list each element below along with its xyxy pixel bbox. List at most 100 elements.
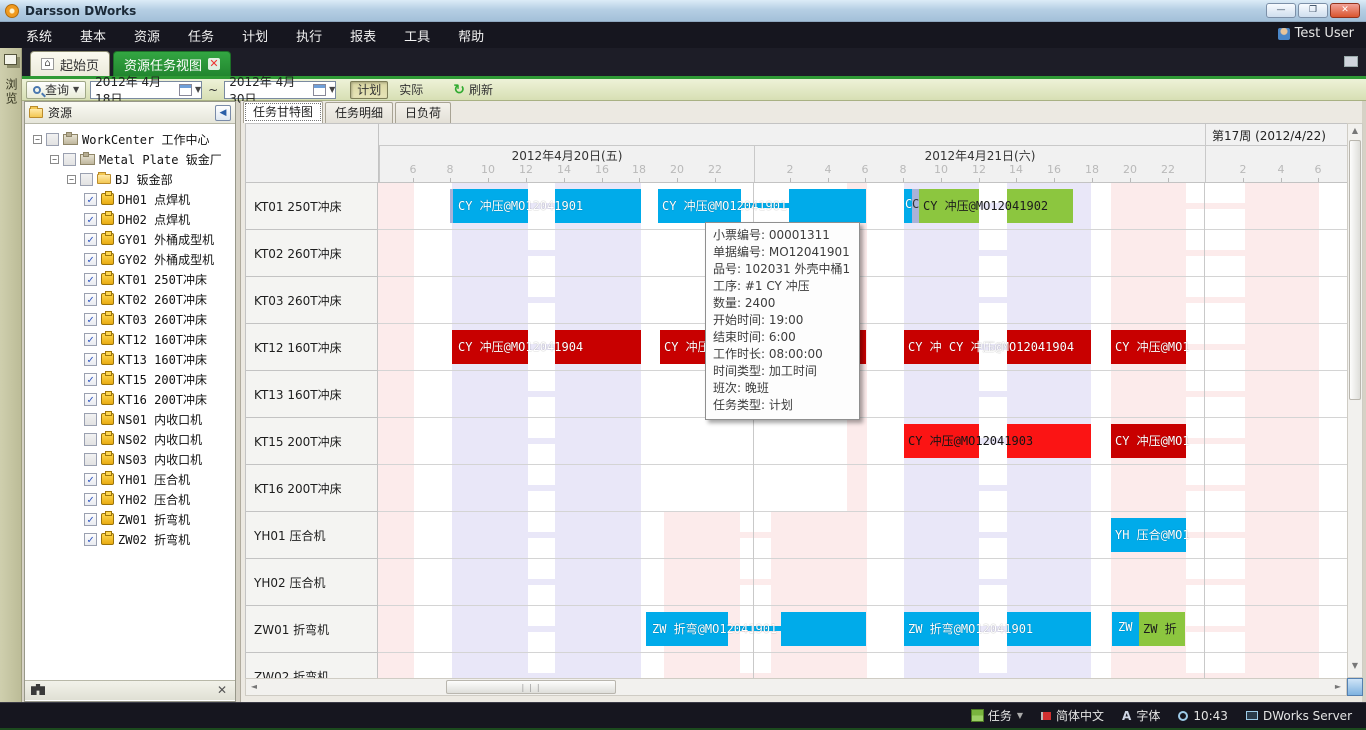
menu-item-1[interactable]: 系统 (12, 22, 66, 49)
tree-checkbox[interactable]: ✓ (84, 213, 97, 226)
collapsed-panel-label[interactable]: 浏览 (3, 78, 20, 106)
menu-item-8[interactable]: 工具 (390, 22, 444, 49)
tree-checkbox[interactable]: ✓ (84, 393, 97, 406)
tree-node-17[interactable]: ✓NS03 内收口机 (25, 449, 235, 469)
date-to-caret-icon[interactable]: ▼ (329, 85, 335, 94)
tree-checkbox[interactable]: ✓ (84, 253, 97, 266)
tree-node-8[interactable]: ✓KT01 250T冲床 (25, 269, 235, 289)
menu-item-2[interactable]: 基本 (66, 22, 120, 49)
tree-node-7[interactable]: ✓GY02 外桶成型机 (25, 249, 235, 269)
gantt-tab-2[interactable]: 任务明细 (325, 102, 393, 123)
tree-node-9[interactable]: ✓ KT02 260T冲床 (25, 289, 235, 309)
tree-node-12[interactable]: ✓KT13 160T冲床 (25, 349, 235, 369)
plan-toggle-button[interactable]: 计划 (350, 81, 388, 99)
tree-node-20[interactable]: ✓ZW01 折弯机 (25, 509, 235, 529)
tree-checkbox[interactable]: ✓ (84, 193, 97, 206)
scroll-up-icon[interactable]: ▲ (1348, 125, 1362, 137)
clear-icon[interactable]: ✕ (217, 683, 227, 697)
tree-node-11[interactable]: ✓KT12 160T冲床 (25, 329, 235, 349)
date-from-field[interactable]: 2012年 4月18日 ▼ (90, 81, 202, 99)
tree-checkbox[interactable]: ✓ (84, 513, 97, 526)
menu-item-9[interactable]: 帮助 (444, 22, 498, 49)
close-button[interactable]: ✕ (1330, 3, 1360, 18)
tree-node-1[interactable]: −✓WorkCenter 工作中心 (25, 129, 235, 149)
minimize-button[interactable]: — (1266, 3, 1296, 18)
refresh-button[interactable]: ↻ 刷新 (446, 81, 500, 99)
tooltip-line: 品号: 102031 外壳中桶1 (713, 261, 850, 278)
find-icon[interactable] (31, 684, 45, 695)
menu-item-3[interactable]: 资源 (120, 22, 174, 49)
gantt-tab-3[interactable]: 日负荷 (395, 102, 451, 123)
horizontal-scroll-thumb[interactable]: ❘❘❘ (446, 680, 616, 694)
tree-checkbox[interactable]: ✓ (84, 333, 97, 346)
tree-node-15[interactable]: ✓NS01 内收口机 (25, 409, 235, 429)
window-list-icon[interactable] (1344, 56, 1358, 67)
panels-icon[interactable] (4, 54, 17, 65)
vertical-scrollbar[interactable]: ▲ ▼ (1347, 123, 1363, 678)
tree-checkbox[interactable]: ✓ (84, 533, 97, 546)
tree-node-13[interactable]: ✓KT15 200T冲床 (25, 369, 235, 389)
tree-node-5[interactable]: ✓DH02 点焊机 (25, 209, 235, 229)
tree-node-4[interactable]: ✓DH01 点焊机 (25, 189, 235, 209)
tree-checkbox[interactable]: ✓ (84, 293, 97, 306)
plant-icon (63, 134, 78, 145)
tree-checkbox[interactable]: ✓ (84, 353, 97, 366)
user-name: Test User (1295, 26, 1354, 41)
expander-icon[interactable]: − (33, 135, 42, 144)
menu-item-7[interactable]: 报表 (336, 22, 390, 49)
tree-checkbox[interactable]: ✓ (84, 313, 97, 326)
menu-item-5[interactable]: 计划 (228, 22, 282, 49)
date-from-caret-icon[interactable]: ▼ (195, 85, 201, 94)
calendar-icon[interactable] (313, 84, 326, 96)
tree-checkbox[interactable]: ✓ (80, 173, 93, 186)
tree-checkbox[interactable]: ✓ (46, 133, 59, 146)
tree-checkbox[interactable]: ✓ (84, 233, 97, 246)
gantt-chart-body: CY 冲压@MO12041901CY 冲压@MO12041901CCCY 冲压@… (378, 183, 1347, 678)
tree-node-14[interactable]: ✓KT16 200T冲床 (25, 389, 235, 409)
date-to-field[interactable]: 2012年 4月30日 ▼ (224, 81, 336, 99)
tree-node-16[interactable]: ✓NS02 内收口机 (25, 429, 235, 449)
gantt-tab-1[interactable]: 任务甘特图 (243, 101, 323, 123)
task-bar[interactable] (789, 189, 866, 223)
task-bar[interactable] (781, 612, 866, 646)
restore-button[interactable]: ❐ (1298, 3, 1328, 18)
hour-tick-mark (1092, 178, 1093, 182)
expander-icon[interactable]: − (50, 155, 59, 164)
query-button[interactable]: 查询 ▼ (26, 81, 86, 99)
tree-node-19[interactable]: ✓YH02 压合机 (25, 489, 235, 509)
horizontal-scrollbar[interactable]: ◄ ❘❘❘ ► (245, 678, 1347, 696)
tree-checkbox[interactable]: ✓ (84, 433, 97, 446)
calendar-icon[interactable] (179, 84, 192, 96)
tree-node-21[interactable]: ✓ZW02 折弯机 (25, 529, 235, 549)
tab-close-icon[interactable]: ✕ (208, 58, 220, 70)
tree-node-10[interactable]: ✓KT03 260T冲床 (25, 309, 235, 329)
tree-node-2[interactable]: −✓Metal Plate 钣金厂 (25, 149, 235, 169)
tree-checkbox[interactable]: ✓ (63, 153, 76, 166)
tree-node-3[interactable]: −✓BJ 钣金部 (25, 169, 235, 189)
tree-checkbox[interactable]: ✓ (84, 453, 97, 466)
scroll-left-icon[interactable]: ◄ (247, 681, 261, 693)
status-item-任务[interactable]: 任务▼ (972, 707, 1023, 724)
scroll-right-icon[interactable]: ► (1331, 681, 1345, 693)
tree-node-label: KT02 260T冲床 (118, 291, 207, 308)
query-caret-icon[interactable]: ▼ (73, 85, 79, 94)
tree-node-6[interactable]: ✓GY01 外桶成型机 (25, 229, 235, 249)
tree-checkbox[interactable]: ✓ (84, 493, 97, 506)
tree-checkbox[interactable]: ✓ (84, 273, 97, 286)
tree-checkbox[interactable]: ✓ (84, 373, 97, 386)
tree-node-18[interactable]: ✓YH01 压合机 (25, 469, 235, 489)
tree-checkbox[interactable]: ✓ (84, 413, 97, 426)
scroll-corner-button[interactable] (1347, 678, 1363, 696)
band-bridge (528, 438, 555, 444)
collapse-panel-button[interactable]: ◀ (215, 105, 231, 121)
scroll-down-icon[interactable]: ▼ (1348, 660, 1362, 672)
expander-icon[interactable]: − (67, 175, 76, 184)
band-bridge (979, 391, 1007, 397)
tree-checkbox[interactable]: ✓ (84, 473, 97, 486)
vertical-scroll-thumb[interactable] (1349, 140, 1361, 400)
actual-toggle-button[interactable]: 实际 (392, 81, 430, 99)
hour-tick-label: 6 (853, 163, 877, 176)
menu-item-4[interactable]: 任务 (174, 22, 228, 49)
caret-down-icon[interactable]: ▼ (1017, 711, 1023, 720)
menu-item-6[interactable]: 执行 (282, 22, 336, 49)
